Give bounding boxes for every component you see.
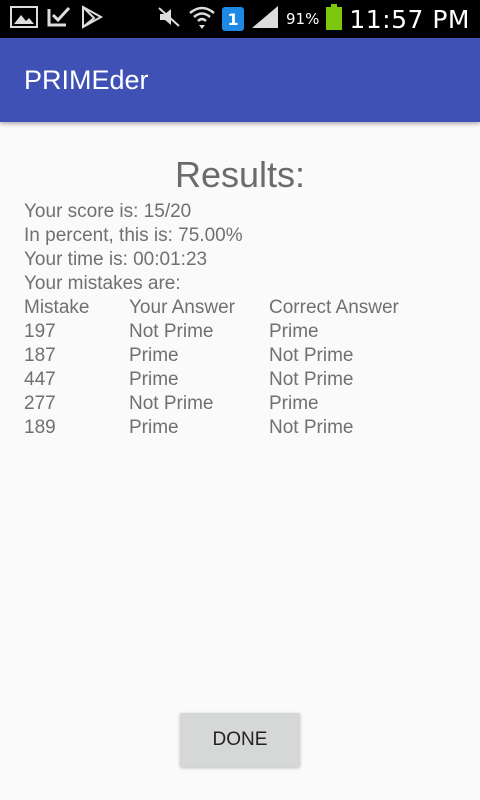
mistake-number: 189 [24,417,56,438]
column-header-mistake: Mistake [24,297,90,318]
battery-percent: 91% [286,10,320,28]
status-bar: 1 91% 11:57 PM [0,0,480,38]
table-row: 187 Prime Not Prime [24,344,464,368]
notification-badge-icon: 1 [222,7,245,31]
mute-icon [156,5,182,33]
mistakes-header-row: Mistake Your Answer Correct Answer [24,296,464,320]
table-row: 189 Prime Not Prime [24,416,464,440]
your-answer: Prime [129,345,179,366]
correct-answer: Prime [269,393,319,414]
time-text: Your time is: 00:01:23 [24,249,208,270]
results-title: Results: [174,154,306,195]
wifi-icon [188,4,216,34]
play-store-icon [80,5,104,33]
signal-icon [250,4,280,34]
mistake-number: 447 [24,369,56,390]
mistakes-heading: Your mistakes are: [24,273,181,294]
app-bar: PRIMEder [0,38,480,122]
mistake-number: 187 [24,345,56,366]
status-time: 11:57 PM [349,4,470,34]
your-answer: Prime [129,369,179,390]
table-row: 197 Not Prime Prime [24,320,464,344]
your-answer: Not Prime [129,321,214,342]
column-header-correct-answer: Correct Answer [269,297,399,318]
download-done-icon [46,5,72,33]
correct-answer: Not Prime [269,417,354,438]
table-row: 277 Not Prime Prime [24,392,464,416]
app-title: PRIMEder [24,64,149,95]
gallery-icon [10,5,38,33]
correct-answer: Prime [269,321,319,342]
your-answer: Not Prime [129,393,214,414]
battery-icon [325,3,343,35]
results-panel: Results: Your score is: 15/20 In percent… [24,150,464,440]
mistake-number: 197 [24,321,56,342]
correct-answer: Not Prime [269,345,354,366]
correct-answer: Not Prime [269,369,354,390]
mistake-number: 277 [24,393,56,414]
table-row: 447 Prime Not Prime [24,368,464,392]
done-button[interactable]: DONE [180,713,300,767]
percent-text: In percent, this is: 75.00% [24,225,243,246]
score-text: Your score is: 15/20 [24,201,192,222]
column-header-your-answer: Your Answer [129,297,235,318]
your-answer: Prime [129,417,179,438]
